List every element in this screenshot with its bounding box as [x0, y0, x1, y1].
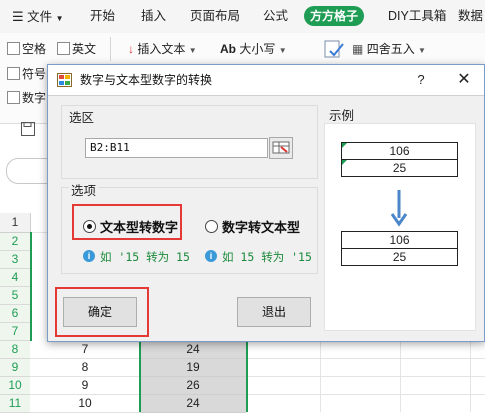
tab-insert[interactable]: 插入: [141, 0, 166, 33]
tab-page-layout[interactable]: 页面布局: [190, 0, 240, 33]
range-group-title: 选区: [69, 111, 95, 125]
round-label: 四舍五入: [366, 42, 415, 56]
info-icon: i: [205, 250, 217, 262]
format-check-icon[interactable]: [322, 39, 346, 61]
insert-text-icon: ↓: [128, 42, 134, 56]
round-icon: ▦: [352, 42, 364, 56]
chevron-down-icon: ▼: [278, 46, 287, 55]
cell-a10[interactable]: 9: [30, 377, 141, 395]
row-header-8[interactable]: 8: [0, 341, 31, 359]
grid-line: [400, 340, 401, 412]
case-button[interactable]: Ab 大小写 ▼: [220, 40, 287, 57]
tab-formulas[interactable]: 公式: [263, 0, 288, 33]
selection-range-border: [139, 340, 248, 412]
checkbox-space-label: 空格: [22, 42, 47, 56]
grid-line: [248, 394, 485, 395]
row-header-6[interactable]: 6: [0, 305, 31, 323]
option-number-to-text-label[interactable]: 数字转文本型: [222, 217, 300, 236]
row-header-3[interactable]: 3: [0, 251, 31, 269]
hint-number-to-text: 如 15 转为 '15: [222, 250, 312, 264]
tab-start[interactable]: 开始: [90, 0, 115, 33]
cell-a11[interactable]: 10: [30, 395, 141, 413]
exit-button[interactable]: 退出: [237, 297, 311, 327]
text-number-flag-icon: [342, 160, 347, 165]
example-before-cell-1: 106: [341, 142, 458, 160]
help-button[interactable]: ?: [411, 65, 431, 95]
arrow-down-icon: [389, 188, 409, 228]
radio-number-to-text[interactable]: [205, 220, 218, 233]
checkbox-english-label: 英文: [72, 42, 97, 56]
row-header-2[interactable]: 2: [0, 233, 31, 251]
menu-bar: ☰ 文件 ▼ 开始 插入 页面布局 公式 方方格子 DIY工具箱 数据: [0, 0, 485, 33]
checkbox-symbol-label: 符号: [22, 67, 47, 81]
file-menu[interactable]: ☰ 文件 ▼: [12, 0, 64, 33]
hamburger-icon: ☰: [12, 9, 24, 24]
options-group-title: 选项: [69, 180, 99, 199]
insert-text-label: 插入文本: [137, 42, 186, 56]
app-icon: [57, 73, 72, 87]
round-button[interactable]: ▦ 四舍五入 ▼: [352, 40, 426, 57]
info-icon: i: [83, 250, 95, 262]
dialog-title: 数字与文本型数字的转换: [80, 73, 213, 87]
chevron-down-icon: ▼: [188, 46, 197, 55]
chevron-down-icon: ▼: [418, 46, 426, 55]
convert-dialog: 数字与文本型数字的转换 ? ✕ 选区 B2:B11 选项 文本型转数字 数字转文…: [47, 64, 485, 342]
tab-diy-toolbox[interactable]: DIY工具箱: [388, 0, 446, 33]
dialog-titlebar[interactable]: 数字与文本型数字的转换 ? ✕: [48, 65, 484, 96]
grid-line: [320, 340, 321, 412]
checkbox-number[interactable]: [7, 91, 20, 104]
checkbox-symbol[interactable]: [7, 67, 20, 80]
grid-line: [248, 358, 485, 359]
close-button[interactable]: ✕: [452, 65, 476, 95]
save-icon[interactable]: [20, 121, 36, 137]
toolbar-separator: [110, 37, 111, 61]
grid-line: [248, 376, 485, 377]
row-header-1[interactable]: 1: [0, 213, 31, 233]
row-header-7[interactable]: 7: [0, 323, 31, 341]
range-input[interactable]: B2:B11: [85, 138, 268, 158]
insert-text-button[interactable]: ↓ 插入文本 ▼: [128, 40, 197, 57]
range-picker-button[interactable]: [269, 137, 293, 159]
tab-data[interactable]: 数据: [458, 0, 483, 33]
hint-text-to-number: 如 '15 转为 15: [100, 250, 190, 264]
selection-edge: [30, 232, 47, 358]
row-header-11[interactable]: 11: [0, 395, 31, 413]
grid-line: [470, 340, 471, 412]
radio-text-to-number[interactable]: [83, 220, 96, 233]
file-menu-label: 文件: [27, 10, 53, 24]
cell-a8[interactable]: 7: [30, 341, 141, 359]
chevron-down-icon: ▼: [55, 14, 64, 23]
checkbox-number-label: 数字: [22, 91, 47, 105]
text-number-flag-icon: [342, 143, 347, 148]
row-header-4[interactable]: 4: [0, 269, 31, 287]
row-header-10[interactable]: 10: [0, 377, 31, 395]
row-header-9[interactable]: 9: [0, 359, 31, 377]
checkbox-english[interactable]: [57, 42, 70, 55]
option-text-to-number-label[interactable]: 文本型转数字: [100, 217, 178, 236]
example-after-cell-2: 25: [341, 248, 458, 266]
case-label: 大小写: [239, 42, 276, 56]
tab-ffgz[interactable]: 方方格子: [304, 6, 365, 26]
checkbox-space[interactable]: [7, 42, 20, 55]
case-icon: Ab: [220, 42, 236, 56]
example-after-cell-1: 106: [341, 231, 458, 249]
confirm-button[interactable]: 确定: [63, 297, 137, 327]
cell-a9[interactable]: 8: [30, 359, 141, 377]
example-before-cell-2: 25: [341, 159, 458, 177]
example-group-title: 示例: [329, 109, 355, 123]
row-header-5[interactable]: 5: [0, 287, 31, 305]
